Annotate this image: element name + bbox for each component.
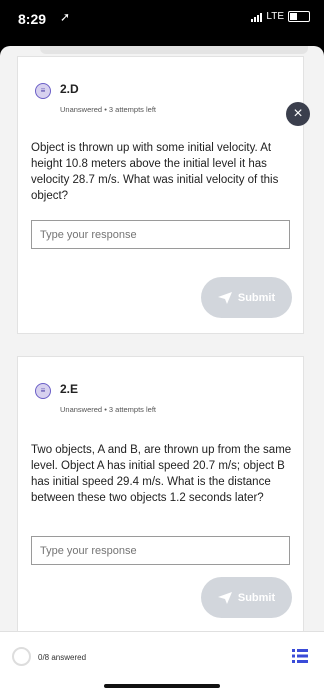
status-time: 8:29	[18, 11, 47, 27]
send-icon	[217, 591, 232, 604]
response-input[interactable]	[31, 220, 290, 249]
footer-bar: 0/8 answered	[0, 631, 324, 700]
status-right: LTE	[251, 11, 310, 22]
question-number: 2.E	[60, 382, 79, 396]
send-icon	[217, 291, 232, 304]
answered-count: 0/8 answered	[38, 653, 87, 662]
question-icon: ≡	[35, 383, 51, 399]
question-meta: Unanswered • 3 attempts left	[60, 105, 157, 114]
question-sheet: ≡ 2.D Unanswered • 3 attempts left Objec…	[0, 46, 324, 700]
submit-label: Submit	[237, 591, 276, 604]
submit-label: Submit	[237, 291, 276, 304]
question-text: Object is thrown up with some initial ve…	[31, 142, 279, 202]
close-icon[interactable]: ×	[286, 102, 310, 126]
signal-icon	[251, 12, 263, 22]
submit-button[interactable]: Submit	[201, 577, 292, 618]
question-text: Two objects, A and B, are thrown up from…	[31, 444, 292, 504]
question-card: ≡ 2.E Unanswered • 3 attempts left Two o…	[17, 356, 304, 634]
home-indicator[interactable]	[104, 684, 220, 688]
location-arrow-icon: ➚	[60, 10, 71, 24]
question-number: 2.D	[60, 82, 79, 96]
sheet-handle[interactable]	[40, 46, 308, 54]
submit-button[interactable]: Submit	[201, 277, 292, 318]
list-menu-icon[interactable]	[292, 648, 308, 664]
battery-icon	[288, 11, 310, 22]
progress-ring	[12, 647, 31, 666]
question-icon: ≡	[35, 83, 51, 99]
question-meta: Unanswered • 3 attempts left	[60, 405, 157, 414]
carrier-label: LTE	[266, 11, 284, 22]
response-input[interactable]	[31, 536, 290, 565]
status-bar: 8:29 ➚ LTE	[0, 0, 324, 40]
question-card: ≡ 2.D Unanswered • 3 attempts left Objec…	[17, 56, 304, 334]
